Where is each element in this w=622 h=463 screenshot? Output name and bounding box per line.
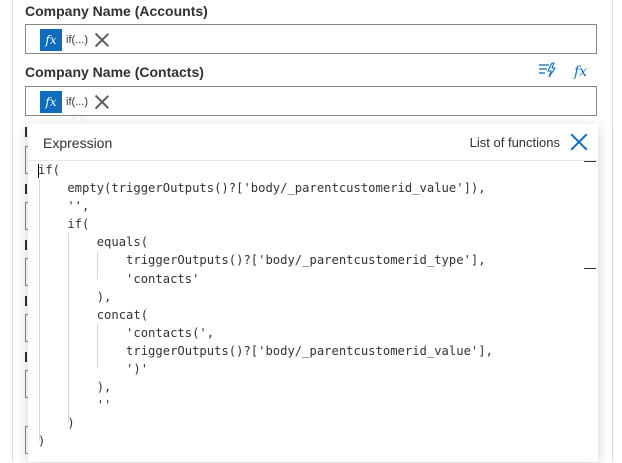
hidden-field-label <box>25 352 27 362</box>
field-actions: fx <box>538 62 587 81</box>
token-text: if(...) <box>66 96 88 108</box>
field-input-contacts[interactable]: fx if(...) <box>25 86 597 116</box>
remove-token-icon[interactable] <box>94 32 110 48</box>
code-line: 'contacts(', <box>38 325 215 340</box>
token-text: if(...) <box>66 34 88 46</box>
fx-icon: fx <box>40 91 62 113</box>
field-label-contacts: Company Name (Contacts) <box>25 64 204 80</box>
expression-token[interactable]: fx if(...) <box>40 91 110 113</box>
code-line: triggerOutputs()?['body/_parentcustomeri… <box>38 253 486 268</box>
hidden-field-label <box>25 127 27 137</box>
code-line: triggerOutputs()?['body/_parentcustomeri… <box>38 343 493 358</box>
expression-editor[interactable]: if( empty(triggerOutputs()?['body/_paren… <box>28 160 598 463</box>
code-line: empty(triggerOutputs()?['body/_parentcus… <box>38 181 486 196</box>
expression-token[interactable]: fx if(...) <box>40 29 110 51</box>
fx-icon: fx <box>40 29 62 51</box>
code-line: ) <box>38 416 75 431</box>
code-line: ')' <box>38 362 149 377</box>
code-line: ), <box>38 289 112 304</box>
code-line: '', <box>38 199 90 214</box>
code-line: concat( <box>38 307 149 322</box>
code-line: '' <box>38 398 112 413</box>
remove-token-icon[interactable] <box>94 94 110 110</box>
code-line: if( <box>38 217 90 232</box>
close-icon[interactable] <box>570 133 588 151</box>
card-border-right <box>612 0 613 462</box>
field-input-accounts[interactable]: fx if(...) <box>25 24 597 54</box>
dynamic-content-icon[interactable] <box>538 62 557 81</box>
code-text: if( empty(triggerOutputs()?['body/_paren… <box>38 161 493 451</box>
code-line: 'contacts' <box>38 271 200 286</box>
code-line: equals( <box>38 235 149 250</box>
code-line: if( <box>38 163 61 177</box>
hidden-field-label <box>25 240 27 250</box>
scrollbar-mark <box>584 161 596 162</box>
hidden-field-label <box>25 184 27 194</box>
expression-panel: Expression List of functions if( empty(t… <box>28 124 598 462</box>
code-line: ) <box>38 434 46 449</box>
panel-header: Expression List of functions <box>28 124 598 160</box>
list-of-functions-link[interactable]: List of functions <box>470 135 560 150</box>
scrollbar-mark <box>584 268 596 269</box>
field-label-accounts: Company Name (Accounts) <box>25 3 208 19</box>
card-border-left <box>12 0 13 462</box>
expression-icon[interactable]: fx <box>574 64 587 80</box>
code-line: ), <box>38 380 112 395</box>
hidden-field-label <box>25 296 27 306</box>
panel-title: Expression <box>43 135 113 151</box>
